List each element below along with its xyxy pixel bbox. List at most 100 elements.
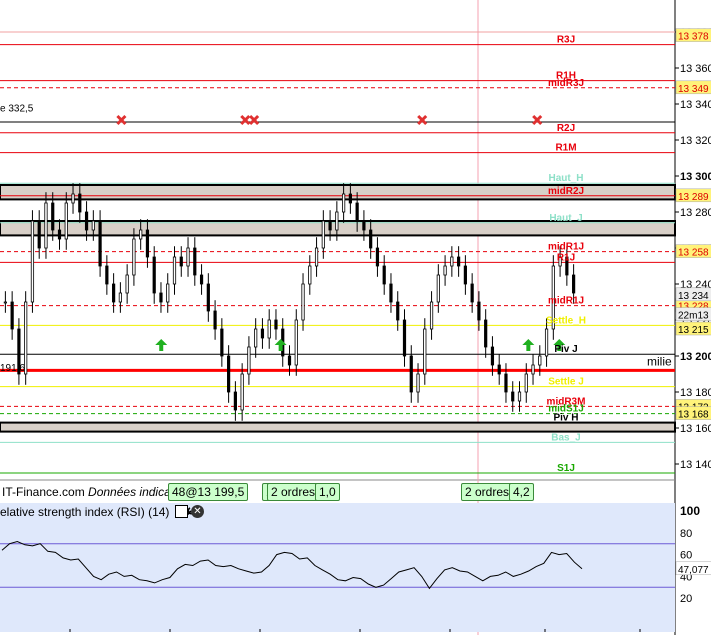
candle-body [477,301,481,321]
candle-body [125,274,129,294]
rsi-panel[interactable]: 1008060402047,077 [0,503,711,632]
candle-body [335,211,339,231]
zone-band [0,421,676,433]
candle-body [30,220,35,303]
level-label: Piv H [553,413,578,424]
candle-body [118,292,122,303]
candle-body [524,373,528,393]
candle-body [186,247,190,267]
candle-body [166,283,170,303]
candle-body [463,265,467,285]
rsi-title: elative strength index (RSI) (14) [0,505,170,519]
candle-body [416,373,420,393]
level-label: Haut_J [549,213,582,224]
candle-body [274,319,278,330]
candle-body [497,364,501,375]
level-label: R1J [557,252,575,263]
info-tag-text: 13 234 [678,291,709,302]
candle-body [152,256,156,294]
order-box[interactable]: 4,2 [509,483,534,501]
side-text: milie [647,354,672,368]
candle-body [429,301,434,330]
level-label: midR1J [548,296,584,307]
candle-body [511,391,515,402]
left-price-label: 191,6 [0,363,25,374]
candle-body [132,238,136,276]
price-tag-text: 13 378 [678,32,709,43]
level-label: Settle J [548,377,584,388]
price-chart[interactable]: R3JR1HmidR3JR2JR1MHaut_HmidR2JHaut_JmidR… [0,0,711,635]
candle-body [355,202,359,222]
level-label: Bas_J [551,432,580,443]
price-tag-text: 13 215 [678,325,709,336]
candle-body [389,283,393,303]
candle-body [470,283,474,303]
level-label: R2J [557,123,575,134]
candle-body [287,355,292,366]
candle-body [139,229,143,240]
info-tag-text: 22m13 [678,311,709,322]
candle-body [254,328,258,348]
axis-tick-label: 13 200 [680,351,711,363]
candle-body [321,220,325,249]
candle-body [544,328,549,357]
trading-chart-window[interactable]: R3J R1H midR3J R2J R1M Haut_H midR2J Haut_J midR… [0,0,711,635]
candle-body [504,373,508,393]
close-icon[interactable]: ✕ [191,505,204,518]
candle-body [64,202,68,240]
candle-body [44,202,48,249]
candle-body [112,283,116,303]
order-box[interactable]: 2 ordres [461,483,514,501]
rsi-tick-label: 100 [680,504,700,518]
candle-body [3,301,7,304]
window-icon[interactable] [175,505,188,518]
candle-body [51,202,55,231]
axis-tick-label: 13 320 [680,135,711,147]
rsi-tick-label: 60 [680,550,692,562]
order-box[interactable]: 1,0 [315,483,340,501]
candle-body [37,220,41,249]
watermark: IT-Finance.com Données indicatives [2,485,195,499]
level-label: midR2J [548,186,584,197]
watermark-source: IT-Finance.com [2,485,85,499]
price-tag-text: 13 168 [678,410,709,421]
candle-body [145,229,150,258]
candle-body [538,355,542,366]
main-plot-area [0,0,711,480]
order-box[interactable]: 2 ordres [267,483,320,501]
candle-body [457,256,461,267]
rsi-tick-label: 20 [680,593,692,605]
axis-tick-label: 13 360 [680,63,711,75]
price-tag-text: 13 349 [678,84,709,95]
candle-body [199,274,204,285]
candle-body [531,364,535,375]
candle-body [436,274,440,303]
candle-body [308,265,312,285]
candle-body [450,256,454,267]
left-price-label: e 332,5 [0,104,34,115]
level-label: R1M [555,143,576,154]
candle-body [396,301,400,321]
order-box[interactable]: 48@13 199,5 [168,483,249,501]
candle-body [179,256,183,267]
candle-body [57,229,62,240]
level-label: midR3J [548,78,584,89]
candle-body [375,247,380,267]
rsi-value-tag: 47,077 [678,565,709,576]
candle-body [159,292,163,303]
candle-body [105,265,109,285]
candle-body [423,328,427,375]
candle-body [490,346,495,366]
axis-tick-label: 13 280 [680,207,711,219]
candle-body [247,346,251,375]
candle-body [348,193,352,204]
candle-body [84,211,89,231]
candle-body [572,274,576,294]
candle-body [369,229,373,249]
candle-body [294,319,298,366]
candle-body [10,301,14,330]
candle-body [98,220,102,267]
price-tag-text: 13 258 [678,248,709,259]
candle-body [328,220,332,231]
candle-body [260,328,265,339]
